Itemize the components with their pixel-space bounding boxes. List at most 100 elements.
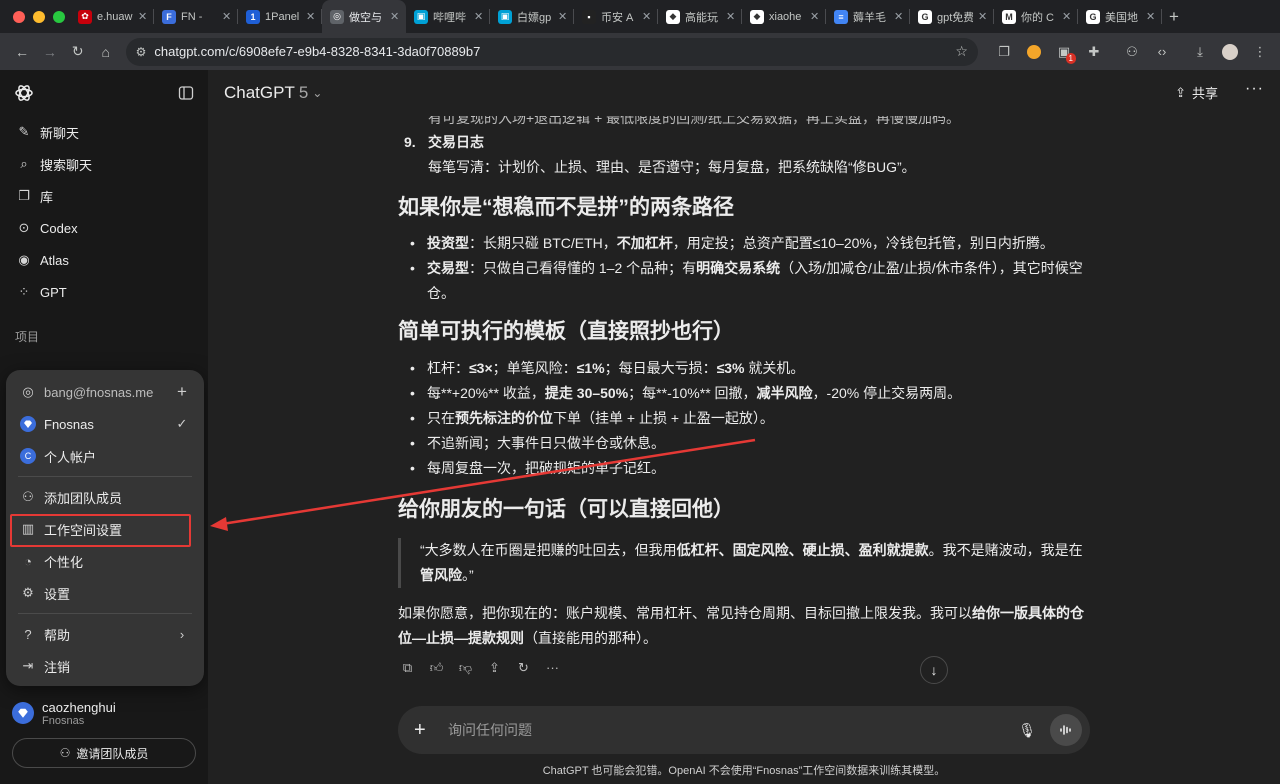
workspace-item-personal[interactable]: C 个人帐户 [6,440,204,472]
sidebar-header [0,70,208,116]
sidebar-item-5[interactable]: ⁘ GPT [0,276,208,308]
thumbs-down-icon[interactable]: 👎︎ [456,658,475,677]
openai-logo-icon[interactable] [14,83,34,103]
tab-close-icon[interactable]: ✕ [390,10,400,23]
workspace-item-fnosnas[interactable]: Fnosnas ✓ [6,408,204,440]
tab-favicon-icon: M [1002,9,1016,24]
minimize-window-button[interactable] [33,10,45,23]
edit-icon: ✎ [18,124,30,139]
message-input[interactable]: 询问任何问题 [448,720,1018,740]
extension-badge-icon[interactable]: ▣ 1 [1052,40,1076,64]
browser-tab[interactable]: ✿ e.huaw ✕ [70,0,154,33]
tab-close-icon[interactable]: ✕ [222,10,232,23]
browser-tab[interactable]: F FN - ✕ [154,0,238,33]
tab-favicon-icon: G [1086,9,1100,24]
browser-tab[interactable]: Ggpt免费 ✕ [910,0,994,33]
menu-item-help[interactable]: ? 帮助 › [6,618,204,650]
scroll-down-button[interactable]: ↓ [920,656,948,684]
new-tab-button[interactable]: + [1162,7,1186,27]
incognito-icon[interactable]: ⚇ [1120,40,1144,64]
extension-orange-icon[interactable] [1022,40,1046,64]
tab-close-icon[interactable]: ✕ [474,10,484,23]
bold-text: ≤3% [716,360,745,376]
bold-text: 投资型 [427,235,469,251]
voice-mode-button[interactable] [1050,714,1082,746]
devtools-icon[interactable]: ‹› [1150,40,1174,64]
tab-close-icon[interactable]: ✕ [726,10,736,23]
reload-icon[interactable]: ↻ [64,38,92,66]
browser-tab[interactable]: 1 1Panel ✕ [238,0,322,33]
model-selector[interactable]: ChatGPT 5 ⌄ [224,83,322,103]
chrome-menu-icon[interactable]: ⋮ [1248,40,1272,64]
sidebar-item-3[interactable]: ⊙ Codex [0,212,208,244]
list-item: 只在预先标注的价位下单（挂单 + 止损 + 止盈一起放）。 [398,406,1090,431]
tab-close-icon[interactable]: ✕ [1062,10,1072,23]
menu-item-add-member[interactable]: ⚇ 添加团队成员 [6,481,204,513]
browser-tab[interactable]: M 你的 C ✕ [994,0,1078,33]
sidebar-item-0[interactable]: ✎ 新聊天 [0,116,208,148]
plus-icon[interactable]: + [414,719,434,742]
sidebar-item-4[interactable]: ◉ Atlas [0,244,208,276]
tab-close-icon[interactable]: ✕ [138,10,148,23]
maximize-window-button[interactable] [53,10,65,23]
toggle-sidebar-icon[interactable] [178,85,194,101]
download-icon[interactable]: ⤓ [1188,40,1212,64]
close-window-button[interactable] [13,10,25,23]
sidebar-item-2[interactable]: ❐ 库 [0,180,208,212]
more-icon[interactable]: ··· [543,658,562,677]
browser-tab[interactable]: ▣ 哔哩哔 ✕ [406,0,490,33]
share-icon[interactable]: ⇪ [485,658,504,677]
browser-tab[interactable]: G 美国地 ✕ [1078,0,1162,33]
grid-icon: ⁘ [18,284,30,299]
browser-tab[interactable]: ◆ 高能玩 ✕ [658,0,742,33]
tab-close-icon[interactable]: ✕ [894,10,904,23]
browser-tab[interactable]: ◆ xiaohe ✕ [742,0,826,33]
tab-title: 做空与 [349,11,382,24]
profile-avatar-icon[interactable] [1218,40,1242,64]
browser-tab[interactable]: ≡ 薅羊毛 ✕ [826,0,910,33]
menu-item-settings[interactable]: ⚙ 设置 [6,577,204,609]
bookmark-star-icon[interactable]: ☆ [955,43,968,60]
menu-item-personalize[interactable]: ◔ 个性化 [6,545,204,577]
menu-item-logout[interactable]: ⇥ 注销 [6,650,204,682]
browser-tab[interactable]: ◎ 做空与 ✕ [322,0,406,33]
more-options-icon[interactable]: ··· [1245,80,1264,98]
tab-close-icon[interactable]: ✕ [558,10,568,23]
composer: + 询问任何问题 🎙︎ [398,706,1090,754]
user-profile-button[interactable]: caozhenghui Fnosnas [4,692,202,734]
address-bar[interactable]: ⚙ chatgpt.com/c/6908efe7-e9b4-8328-8341-… [125,37,978,66]
forward-icon[interactable]: → [36,38,64,66]
bold-text: 明确交易系统 [696,260,781,276]
copy-icon[interactable]: ⧉ [398,658,417,677]
tab-title: FN - [181,10,203,23]
microphone-icon[interactable]: 🎙︎ [1018,722,1036,739]
thumbs-up-icon[interactable]: 👍︎ [427,658,446,677]
tab-close-icon[interactable]: ✕ [306,10,316,23]
compass-icon: ◉ [18,252,30,267]
browser-tab[interactable]: ▪ 币安 A ✕ [574,0,658,33]
extension-badge: 1 [1065,52,1076,64]
menu-label: 个性化 [44,554,84,570]
sidebar-item-1[interactable]: ⌕ 搜索聊天 [0,148,208,180]
tab-close-icon[interactable]: ✕ [1146,10,1156,23]
text: 下单（挂单 + 止损 + 止盈一起放）。 [553,410,774,426]
site-info-icon[interactable]: ⚙ [136,45,147,59]
highlight-box-annotation [10,514,191,547]
invite-members-button[interactable]: ⚇ 邀请团队成员 [12,738,196,768]
browser-tab[interactable]: ▣ 白嫖gp ✕ [490,0,574,33]
tab-close-icon[interactable]: ✕ [642,10,652,23]
regenerate-icon[interactable]: ↻ [514,658,533,677]
share-button[interactable]: ⇪ 共享 [1175,83,1218,102]
extensions-puzzle-icon[interactable]: ✚ [1082,40,1106,64]
home-icon[interactable]: ⌂ [92,38,120,66]
tab-title: 白嫖gp [517,11,552,24]
bookmark-icon[interactable]: ❐ [992,40,1016,64]
add-account-icon[interactable]: + [174,382,190,402]
sidebar-item-label: Atlas [40,252,69,268]
tab-close-icon[interactable]: ✕ [978,10,988,23]
bold-text: 低杠杆、固定风险、硬止损、盈利就提款 [676,542,929,558]
tab-close-icon[interactable]: ✕ [810,10,820,23]
account-email-row: ◎ bang@fnosnas.me + [6,376,204,408]
url-text: chatgpt.com/c/6908efe7-e9b4-8328-8341-3d… [154,44,481,59]
back-icon[interactable]: ← [8,38,36,66]
